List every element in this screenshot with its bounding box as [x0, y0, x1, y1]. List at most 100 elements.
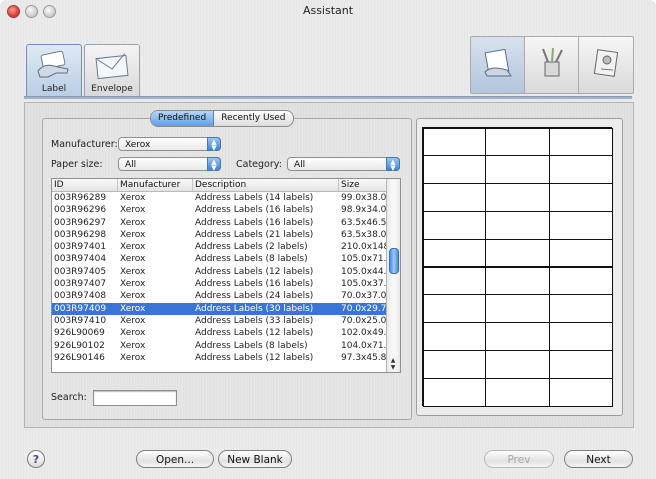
table-row[interactable]: 926L90069 Xerox Address Labels (12 labels)…: [52, 327, 386, 339]
open-button[interactable]: Open...: [136, 450, 214, 468]
cell-description: Address Labels (16 labels): [195, 279, 314, 290]
table-row[interactable]: 926L90102 Xerox Address Labels (8 labels) 1…: [52, 340, 386, 352]
label-sheet-preview: [422, 127, 613, 407]
preview-label-cell: [423, 350, 487, 380]
column-header-manufacturer[interactable]: Manufacturer: [118, 179, 193, 191]
cell-description: Address Labels (16 labels): [195, 205, 314, 216]
column-header-description[interactable]: Description: [193, 179, 339, 191]
prev-button: Prev: [484, 450, 554, 468]
cell-manufacturer: Xerox: [120, 303, 146, 314]
table-row[interactable]: 003R97405 Xerox Address Labels (12 labels)…: [52, 266, 386, 278]
labels-table[interactable]: ID Manufacturer Description Size 003R962…: [51, 178, 401, 373]
table-row[interactable]: 003R96298 Xerox Address Labels (21 labels)…: [52, 229, 386, 241]
envelope-icon: [95, 53, 129, 80]
preview-label-cell: [548, 128, 613, 156]
paper-size-value: All: [125, 160, 137, 170]
scroll-thumb[interactable]: [389, 248, 399, 274]
address-book-icon: [593, 49, 618, 77]
table-row[interactable]: 926L90146 Xerox Address Labels (12 labels)…: [52, 352, 386, 364]
cell-id: 003R96296: [54, 205, 107, 216]
preview-label-cell: [485, 350, 550, 380]
tab-label[interactable]: Label: [26, 44, 82, 98]
labels-view-icon: [483, 48, 512, 77]
design-view-button[interactable]: [525, 37, 578, 93]
new-blank-button[interactable]: New Blank: [218, 450, 292, 468]
cell-size: 70.0x29.7: [341, 303, 387, 314]
preview-label-cell: [423, 294, 487, 324]
table-row[interactable]: 003R97401 Xerox Address Labels (2 labels) 2…: [52, 241, 388, 253]
scroll-arrows-icon[interactable]: ▲ ▼: [388, 357, 398, 371]
preview-label-cell: [423, 210, 487, 240]
segment-recently-used[interactable]: Recently Used: [214, 111, 292, 126]
cell-manufacturer: Xerox: [120, 279, 146, 290]
cell-manufacturer: Xerox: [120, 217, 146, 228]
table-body: 003R96289 Xerox Address Labels (14 labels)…: [52, 192, 388, 364]
preview-label-cell: [548, 322, 613, 352]
window-title: Assistant: [302, 4, 354, 17]
tab-label-text: Label: [41, 84, 67, 94]
cell-size: 70.0x37.0: [341, 291, 387, 302]
tab-envelope[interactable]: Envelope: [84, 44, 140, 98]
segment-predefined[interactable]: Predefined: [151, 111, 215, 126]
preview-label-cell: [485, 322, 550, 352]
cell-size: 63.5x38.0: [341, 229, 387, 240]
preview-label-cell: [485, 154, 550, 184]
category-popup[interactable]: All ▲ ▼: [287, 157, 400, 172]
zoom-window-button[interactable]: [43, 5, 56, 18]
preview-label-cell: [548, 294, 613, 324]
preview-label-cell: [548, 238, 613, 268]
table-row[interactable]: 003R96289 Xerox Address Labels (14 labels)…: [52, 192, 386, 204]
paper-size-popup[interactable]: All ▲ ▼: [118, 157, 221, 172]
cell-manufacturer: Xerox: [120, 229, 146, 240]
search-input[interactable]: [93, 390, 177, 406]
cell-id: 003R97401: [54, 242, 107, 253]
cell-id: 003R97408: [54, 291, 107, 302]
database-view-button[interactable]: [579, 37, 632, 93]
assistant-window: Assistant Label Envelope Predefined Rece…: [0, 0, 656, 479]
preview-label-cell: [485, 128, 550, 156]
cell-description: Address Labels (2 labels): [195, 242, 308, 253]
cell-id: 003R97404: [54, 254, 107, 265]
close-window-button[interactable]: [7, 5, 20, 18]
cell-manufacturer: Xerox: [120, 266, 146, 277]
cell-manufacturer: Xerox: [120, 193, 146, 203]
table-row[interactable]: 003R96297 Xerox Address Labels (16 labels)…: [52, 217, 386, 229]
labels-view-button[interactable]: [471, 37, 524, 93]
cell-description: Address Labels (8 labels): [195, 254, 308, 265]
cell-size: 105.0x71.: [341, 254, 387, 265]
cell-size: 210.0x148: [341, 242, 388, 253]
cell-size: 99.0x38.0: [341, 193, 387, 203]
column-header-size[interactable]: Size: [339, 179, 386, 191]
preview-label-cell: [548, 210, 613, 240]
table-scrollbar[interactable]: ▲ ▼: [386, 179, 400, 372]
cell-id: 003R97407: [54, 279, 107, 290]
help-button[interactable]: ?: [27, 450, 45, 468]
cell-id: 003R97410: [54, 315, 107, 326]
cell-size: 105.0x44.: [341, 266, 387, 277]
preview-label-cell: [485, 266, 550, 296]
preview-label-cell: [548, 154, 613, 184]
cell-id: 926L90069: [54, 328, 105, 339]
table-row[interactable]: 003R97404 Xerox Address Labels (8 labels) 1…: [52, 253, 386, 265]
view-toolbar: [470, 36, 634, 94]
cell-size: 63.5x46.5: [341, 217, 387, 228]
popup-arrows-icon: ▲ ▼: [207, 137, 221, 152]
manufacturer-label: Manufacturer:: [51, 139, 118, 150]
cell-id: 003R97409: [54, 303, 107, 314]
table-row[interactable]: 003R97407 Xerox Address Labels (16 labels)…: [52, 278, 386, 290]
next-button[interactable]: Next: [564, 450, 633, 468]
cell-size: 98.9x34.0: [341, 205, 387, 216]
cell-size: 97.3x45.8: [341, 352, 387, 363]
column-header-id[interactable]: ID: [52, 179, 118, 191]
table-row[interactable]: 003R96296 Xerox Address Labels (16 labels)…: [52, 204, 386, 216]
tab-divider-accent: [24, 97, 632, 99]
cell-size: 70.0x25.0: [341, 315, 387, 326]
cell-id: 926L90102: [54, 340, 105, 351]
table-row[interactable]: 003R97410 Xerox Address Labels (33 labels)…: [52, 315, 386, 327]
preview-label-cell: [485, 294, 550, 324]
cell-description: Address Labels (21 labels): [195, 229, 314, 240]
table-row[interactable]: 003R97408 Xerox Address Labels (24 labels)…: [52, 290, 386, 302]
manufacturer-popup[interactable]: Xerox ▲ ▼: [118, 137, 221, 152]
table-row[interactable]: 003R97409 Xerox Address Labels (30 labels)…: [52, 302, 387, 315]
minimize-window-button[interactable]: [25, 5, 38, 18]
